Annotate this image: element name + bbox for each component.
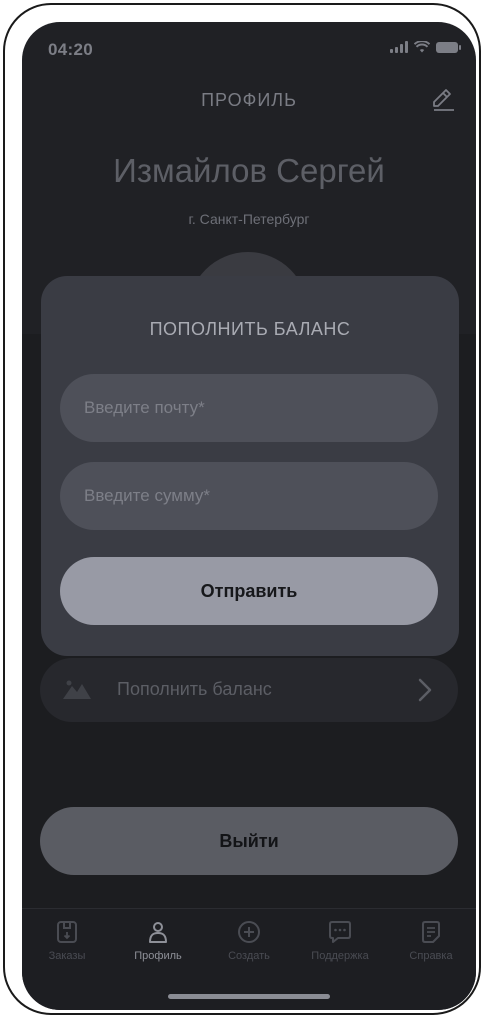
phone-frame: 04:20 ПРОФИЛЬ Измайлов Сергей г. Санкт-П…: [3, 3, 481, 1015]
top-up-modal: ПОПОЛНИТЬ БАЛАНС Отправить: [41, 276, 459, 656]
amount-field[interactable]: [60, 462, 438, 530]
submit-button[interactable]: Отправить: [60, 557, 438, 625]
email-field[interactable]: [60, 374, 438, 442]
app-screen: 04:20 ПРОФИЛЬ Измайлов Сергей г. Санкт-П…: [22, 22, 476, 1010]
modal-title: ПОПОЛНИТЬ БАЛАНС: [149, 319, 351, 339]
